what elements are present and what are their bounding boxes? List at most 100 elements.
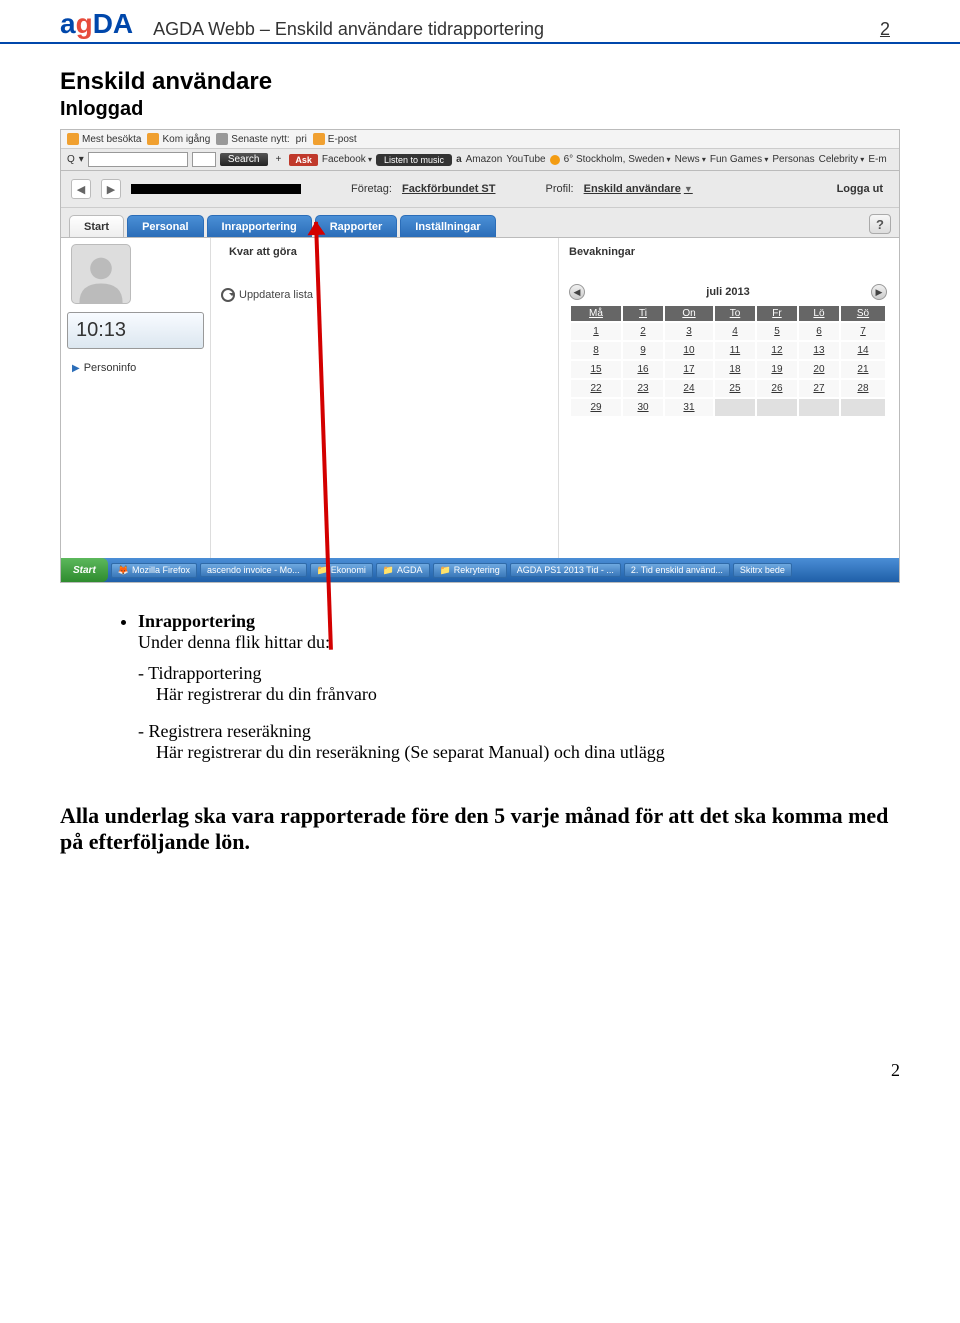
- search-hyphen: ▾: [79, 154, 84, 165]
- tab-inrapportering[interactable]: Inrapportering: [207, 215, 312, 237]
- page-header: agDA AGDA Webb – Enskild användare tidra…: [0, 0, 960, 44]
- start-button[interactable]: Start: [61, 558, 108, 582]
- search-input[interactable]: [88, 152, 188, 167]
- tab-bar: Start Personal Inrapportering Rapporter …: [61, 208, 899, 238]
- cal-day[interactable]: 20: [799, 361, 839, 378]
- taskbar-item[interactable]: Skitrx bede: [733, 563, 792, 577]
- left-column: 10:13 ▶ Personinfo: [61, 238, 211, 558]
- footer-page-number: 2: [891, 1060, 900, 1081]
- tb-celebrity[interactable]: Celebrity ▾: [819, 154, 865, 165]
- cal-day[interactable]: 12: [757, 342, 797, 359]
- taskbar-item[interactable]: 📁Ekonomi: [310, 563, 373, 578]
- redacted-name: [131, 184, 301, 194]
- cal-day[interactable]: 21: [841, 361, 885, 378]
- logout-link[interactable]: Logga ut: [837, 183, 889, 195]
- section-heading: Enskild användare: [60, 68, 900, 96]
- cal-day[interactable]: 8: [571, 342, 621, 359]
- logo: agDA: [60, 8, 133, 40]
- right-column: Bevakningar ◀ juli 2013 ▶ Må Ti On To Fr…: [559, 238, 899, 558]
- cal-day[interactable]: 4: [715, 323, 755, 340]
- tb-facebook[interactable]: Facebook ▾: [322, 154, 372, 165]
- plus-button[interactable]: +: [272, 154, 286, 165]
- cal-day[interactable]: 1: [571, 323, 621, 340]
- cal-day[interactable]: 25: [715, 380, 755, 397]
- bullet-item2-title: - Registrera reseräkning: [138, 721, 311, 741]
- cal-prev-button[interactable]: ◀: [569, 284, 585, 300]
- cal-day[interactable]: 18: [715, 361, 755, 378]
- tb-weather[interactable]: 6° Stockholm, Sweden ▾: [564, 154, 671, 165]
- cal-day[interactable]: 29: [571, 399, 621, 416]
- help-button[interactable]: ?: [869, 214, 891, 234]
- tb-news[interactable]: News ▾: [675, 154, 706, 165]
- cal-day[interactable]: 9: [623, 342, 663, 359]
- cal-day[interactable]: 7: [841, 323, 885, 340]
- cal-day[interactable]: 16: [623, 361, 663, 378]
- cal-day[interactable]: 11: [715, 342, 755, 359]
- cal-day[interactable]: 28: [841, 380, 885, 397]
- cal-day[interactable]: 19: [757, 361, 797, 378]
- cal-day[interactable]: 3: [665, 323, 713, 340]
- search-icon: Q: [67, 154, 75, 165]
- embedded-screenshot: Mest besökta Kom igång Senaste nytt: pri…: [60, 129, 900, 583]
- cal-day[interactable]: 22: [571, 380, 621, 397]
- header-title: AGDA Webb – Enskild användare tidrapport…: [153, 19, 880, 40]
- taskbar-item[interactable]: 🦊Mozilla Firefox: [111, 563, 197, 578]
- personinfo-label: Personinfo: [84, 362, 137, 374]
- cal-day[interactable]: 13: [799, 342, 839, 359]
- tab-start[interactable]: Start: [69, 215, 124, 237]
- company-value[interactable]: Fackförbundet ST: [402, 183, 496, 195]
- nav-forward-button[interactable]: ▶: [101, 179, 121, 199]
- nav-back-button[interactable]: ◀: [71, 179, 91, 199]
- cal-day[interactable]: 27: [799, 380, 839, 397]
- avatar: [71, 244, 131, 304]
- company-label: Företag:: [351, 183, 392, 195]
- cal-day[interactable]: 14: [841, 342, 885, 359]
- cal-day[interactable]: 15: [571, 361, 621, 378]
- tb-music[interactable]: Listen to music: [376, 154, 452, 166]
- tb-more[interactable]: E-m: [868, 154, 886, 165]
- tb-youtube[interactable]: YouTube: [506, 154, 545, 165]
- ask-badge[interactable]: Ask: [289, 154, 318, 166]
- cal-day[interactable]: 31: [665, 399, 713, 416]
- bookmark-item[interactable]: E-post: [313, 133, 357, 145]
- cal-day-header: On: [665, 306, 713, 321]
- app-info-bar: ◀ ▶ Företag: Fackförbundet ST Profil: En…: [61, 171, 899, 208]
- tab-rapporter[interactable]: Rapporter: [315, 215, 398, 237]
- cal-day[interactable]: 26: [757, 380, 797, 397]
- search-dropdown[interactable]: [192, 152, 216, 167]
- cal-day[interactable]: 24: [665, 380, 713, 397]
- cal-day[interactable]: 6: [799, 323, 839, 340]
- cal-day[interactable]: 30: [623, 399, 663, 416]
- bookmark-item[interactable]: Senaste nytt:: [216, 133, 289, 145]
- bookmark-item[interactable]: Mest besökta: [67, 133, 141, 145]
- bookmark-item[interactable]: pri: [296, 134, 307, 145]
- calendar-header: ◀ juli 2013 ▶: [569, 284, 887, 300]
- tb-games[interactable]: Fun Games ▾: [710, 154, 769, 165]
- cal-next-button[interactable]: ▶: [871, 284, 887, 300]
- taskbar-item[interactable]: AGDA PS1 2013 Tid - ...: [510, 563, 621, 577]
- taskbar-item[interactable]: ascendo invoice - Mo...: [200, 563, 307, 577]
- cal-day[interactable]: 10: [665, 342, 713, 359]
- search-button[interactable]: Search: [220, 153, 268, 166]
- tab-installningar[interactable]: Inställningar: [400, 215, 495, 237]
- taskbar-item[interactable]: 📁Rekrytering: [433, 563, 507, 578]
- cal-day[interactable]: 5: [757, 323, 797, 340]
- tab-personal[interactable]: Personal: [127, 215, 203, 237]
- profile-value[interactable]: Enskild användare▼: [584, 183, 693, 195]
- tb-personas[interactable]: Personas: [772, 154, 814, 165]
- tb-amazon[interactable]: Amazon: [466, 154, 503, 165]
- refresh-list[interactable]: Uppdatera lista: [221, 288, 548, 302]
- bookmark-item[interactable]: Kom igång: [147, 133, 210, 145]
- taskbar-item[interactable]: 2. Tid enskild använd...: [624, 563, 730, 577]
- right-title: Bevakningar: [569, 246, 887, 258]
- cal-day-empty: [799, 399, 839, 416]
- browser-toolbar: Q ▾ Search + Ask Facebook ▾ Listen to mu…: [61, 149, 899, 171]
- cal-day[interactable]: 2: [623, 323, 663, 340]
- calendar: Må Ti On To Fr Lö Sö 1 2 3 4 5 6: [569, 304, 887, 418]
- taskbar-item[interactable]: 📁AGDA: [376, 563, 430, 578]
- cal-day[interactable]: 23: [623, 380, 663, 397]
- personinfo-toggle[interactable]: ▶ Personinfo: [67, 357, 204, 379]
- cal-day[interactable]: 17: [665, 361, 713, 378]
- tb-amazon-icon[interactable]: a: [456, 154, 462, 165]
- header-page-number: 2: [880, 19, 900, 40]
